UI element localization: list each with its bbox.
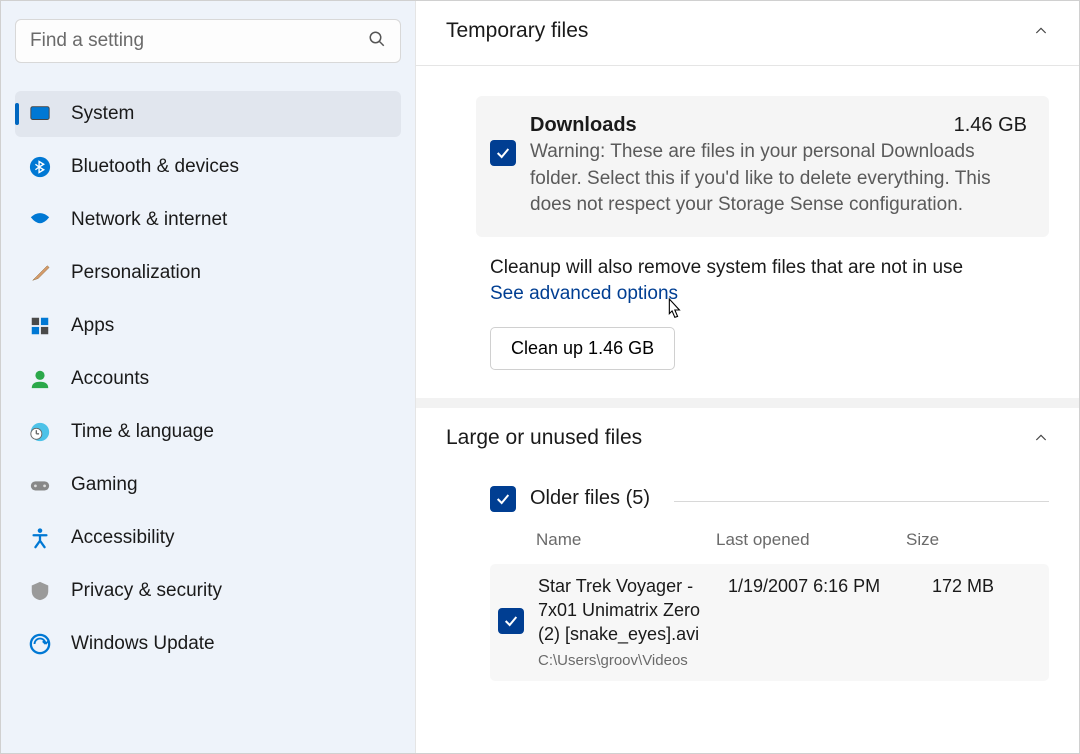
sidebar-item-label: Accessibility — [71, 527, 174, 549]
sidebar-item-label: Windows Update — [71, 633, 215, 655]
older-files-group: Older files (5) — [490, 486, 1049, 512]
downloads-size: 1.46 GB — [954, 114, 1027, 137]
file-last-opened: 1/19/2007 6:16 PM — [728, 574, 918, 597]
downloads-checkbox[interactable] — [490, 140, 516, 166]
display-icon — [29, 103, 51, 125]
sidebar: System Bluetooth & devices Network & int… — [1, 1, 416, 753]
file-name: Star Trek Voyager - 7x01 Unimatrix Zero … — [538, 574, 714, 647]
downloads-title: Downloads — [530, 114, 637, 137]
file-checkbox[interactable] — [498, 608, 524, 634]
cleanup-note: Cleanup will also remove system files th… — [490, 257, 1049, 279]
main-content: Temporary files Downloads 1.46 GB Warnin… — [416, 1, 1079, 753]
divider — [416, 65, 1079, 66]
older-files-checkbox[interactable] — [490, 486, 516, 512]
bluetooth-icon — [29, 156, 51, 178]
column-size: Size — [906, 530, 1049, 550]
pointer-cursor-icon — [662, 297, 684, 323]
clock-globe-icon — [29, 421, 51, 443]
file-name-cell: Star Trek Voyager - 7x01 Unimatrix Zero … — [538, 574, 714, 671]
nav-list: System Bluetooth & devices Network & int… — [15, 91, 401, 667]
sidebar-item-label: Time & language — [71, 421, 214, 443]
chevron-up-icon — [1033, 23, 1049, 39]
wifi-icon — [29, 209, 51, 231]
person-icon — [29, 368, 51, 390]
older-files-label: Older files (5) — [530, 487, 650, 510]
sidebar-item-label: Privacy & security — [71, 580, 222, 602]
downloads-content: Downloads 1.46 GB Warning: These are fil… — [530, 114, 1027, 219]
column-name: Name — [536, 530, 716, 550]
sidebar-item-apps[interactable]: Apps — [15, 303, 401, 349]
downloads-card: Downloads 1.46 GB Warning: These are fil… — [476, 96, 1049, 237]
divider-line — [674, 501, 1049, 502]
sidebar-item-label: Network & internet — [71, 209, 227, 231]
section-title: Large or unused files — [446, 426, 642, 450]
sidebar-item-bluetooth[interactable]: Bluetooth & devices — [15, 144, 401, 190]
apps-icon — [29, 315, 51, 337]
sidebar-item-label: Personalization — [71, 262, 201, 284]
section-title: Temporary files — [446, 19, 588, 43]
search-icon — [368, 30, 386, 53]
clean-up-button[interactable]: Clean up 1.46 GB — [490, 327, 675, 370]
update-icon — [29, 633, 51, 655]
column-last-opened: Last opened — [716, 530, 906, 550]
file-path: C:\Users\groov\Videos — [538, 651, 714, 671]
sidebar-item-network[interactable]: Network & internet — [15, 197, 401, 243]
sidebar-item-windows-update[interactable]: Windows Update — [15, 621, 401, 667]
file-size: 172 MB — [932, 574, 1041, 597]
sidebar-item-accessibility[interactable]: Accessibility — [15, 515, 401, 561]
sidebar-item-system[interactable]: System — [15, 91, 401, 137]
file-row[interactable]: Star Trek Voyager - 7x01 Unimatrix Zero … — [490, 564, 1049, 681]
chevron-up-icon — [1033, 430, 1049, 446]
shield-icon — [29, 580, 51, 602]
sidebar-item-label: System — [71, 103, 134, 125]
sidebar-item-gaming[interactable]: Gaming — [15, 462, 401, 508]
sidebar-item-label: Gaming — [71, 474, 138, 496]
sidebar-item-time[interactable]: Time & language — [15, 409, 401, 455]
accessibility-icon — [29, 527, 51, 549]
sidebar-item-label: Accounts — [71, 368, 149, 390]
brush-icon — [29, 262, 51, 284]
sidebar-item-privacy[interactable]: Privacy & security — [15, 568, 401, 614]
downloads-description: Warning: These are files in your persona… — [530, 139, 1027, 219]
advanced-options-link[interactable]: See advanced options — [490, 283, 678, 305]
section-header-large-files[interactable]: Large or unused files — [416, 408, 1079, 472]
file-table-header: Name Last opened Size — [536, 530, 1049, 550]
sidebar-item-label: Bluetooth & devices — [71, 156, 239, 178]
sidebar-item-accounts[interactable]: Accounts — [15, 356, 401, 402]
sidebar-item-label: Apps — [71, 315, 114, 337]
search-input[interactable] — [30, 30, 368, 52]
sidebar-item-personalization[interactable]: Personalization — [15, 250, 401, 296]
section-gap — [416, 398, 1079, 408]
gamepad-icon — [29, 474, 51, 496]
section-header-temporary-files[interactable]: Temporary files — [416, 1, 1079, 65]
search-box[interactable] — [15, 19, 401, 63]
